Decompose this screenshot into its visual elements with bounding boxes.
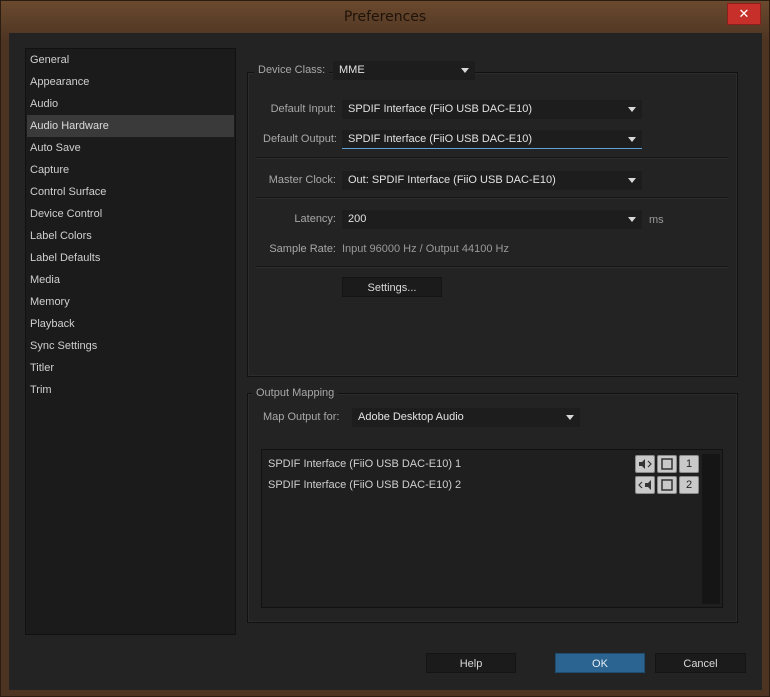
left-speaker-glyph (639, 459, 652, 469)
channel-row-2[interactable]: SPDIF Interface (FiiO USB DAC-E10) 2 (268, 475, 461, 495)
master-clock-dropdown[interactable]: Out: SPDIF Interface (FiiO USB DAC-E10) (342, 171, 642, 190)
sidebar-item-capture[interactable]: Capture (27, 159, 234, 181)
chevron-down-icon (628, 107, 636, 112)
map-output-value: Adobe Desktop Audio (358, 411, 464, 423)
sidebar-item-audio[interactable]: Audio (27, 93, 234, 115)
sidebar-item-label-defaults[interactable]: Label Defaults (27, 247, 234, 269)
left-speaker-icon[interactable] (635, 455, 655, 473)
sidebar-item-trim[interactable]: Trim (27, 379, 234, 401)
cancel-button[interactable]: Cancel (655, 653, 746, 673)
sidebar-item-general[interactable]: General (27, 49, 234, 71)
map-output-dropdown[interactable]: Adobe Desktop Audio (352, 408, 580, 427)
default-output-label: Default Output: (263, 133, 337, 145)
sample-rate-label: Sample Rate: (269, 243, 336, 255)
chevron-down-icon (628, 217, 636, 222)
default-input-value: SPDIF Interface (FiiO USB DAC-E10) (348, 103, 532, 115)
latency-dropdown[interactable]: 200 (342, 210, 642, 229)
device-class-value: MME (339, 64, 365, 76)
channel-list[interactable]: SPDIF Interface (FiiO USB DAC-E10) 1 SPD… (261, 449, 723, 608)
latency-unit: ms (649, 214, 664, 226)
speaker-box-glyph (661, 458, 673, 470)
right-speaker-icon[interactable] (635, 476, 655, 494)
sidebar-item-media[interactable]: Media (27, 269, 234, 291)
channel-number-1[interactable]: 1 (679, 455, 699, 473)
channel-number-2[interactable]: 2 (679, 476, 699, 494)
divider (256, 197, 728, 199)
close-icon: ✕ (738, 6, 750, 21)
chevron-down-icon (628, 137, 636, 142)
output-mapping-title: Output Mapping (252, 387, 339, 399)
device-class-dropdown[interactable]: MME (333, 61, 475, 80)
master-clock-value: Out: SPDIF Interface (FiiO USB DAC-E10) (348, 174, 556, 186)
default-input-dropdown[interactable]: SPDIF Interface (FiiO USB DAC-E10) (342, 100, 642, 119)
sidebar-item-label-colors[interactable]: Label Colors (27, 225, 234, 247)
speaker-box-glyph (661, 479, 673, 491)
preferences-window: Preferences ✕ General Appearance Audio A… (0, 0, 770, 697)
title-bar[interactable]: Preferences ✕ (1, 1, 769, 35)
chevron-down-icon (628, 178, 636, 183)
settings-button[interactable]: Settings... (342, 277, 442, 297)
channel-row-1[interactable]: SPDIF Interface (FiiO USB DAC-E10) 1 (268, 454, 461, 474)
sidebar-item-playback[interactable]: Playback (27, 313, 234, 335)
device-class-label: Device Class: (254, 64, 330, 76)
ok-button[interactable]: OK (555, 653, 645, 673)
speaker-box-icon[interactable] (657, 455, 677, 473)
window-title: Preferences (343, 9, 427, 25)
sidebar-item-memory[interactable]: Memory (27, 291, 234, 313)
right-speaker-glyph (638, 480, 651, 490)
latency-value: 200 (348, 213, 367, 225)
sidebar-item-audio-hardware[interactable]: Audio Hardware (27, 115, 234, 137)
sidebar-item-appearance[interactable]: Appearance (27, 71, 234, 93)
sidebar-item-control-surface[interactable]: Control Surface (27, 181, 234, 203)
help-button[interactable]: Help (426, 653, 516, 673)
sample-rate-value: Input 96000 Hz / Output 44100 Hz (342, 243, 509, 255)
speaker-box-icon[interactable] (657, 476, 677, 494)
vertical-scrollbar[interactable] (702, 454, 720, 604)
close-button[interactable]: ✕ (727, 3, 761, 25)
sidebar-item-sync-settings[interactable]: Sync Settings (27, 335, 234, 357)
dialog-body: General Appearance Audio Audio Hardware … (9, 33, 762, 690)
sidebar-item-auto-save[interactable]: Auto Save (27, 137, 234, 159)
sidebar-item-titler[interactable]: Titler (27, 357, 234, 379)
category-list[interactable]: General Appearance Audio Audio Hardware … (25, 48, 236, 635)
map-output-label: Map Output for: (263, 411, 340, 423)
sidebar-item-device-control[interactable]: Device Control (27, 203, 234, 225)
chevron-down-icon (461, 68, 469, 73)
chevron-down-icon (566, 415, 574, 420)
latency-label: Latency: (294, 213, 336, 225)
default-output-value: SPDIF Interface (FiiO USB DAC-E10) (348, 133, 532, 145)
default-input-label: Default Input: (270, 103, 336, 115)
master-clock-label: Master Clock: (268, 174, 336, 186)
divider (256, 266, 728, 268)
divider (256, 157, 728, 159)
default-output-dropdown[interactable]: SPDIF Interface (FiiO USB DAC-E10) (342, 130, 642, 149)
